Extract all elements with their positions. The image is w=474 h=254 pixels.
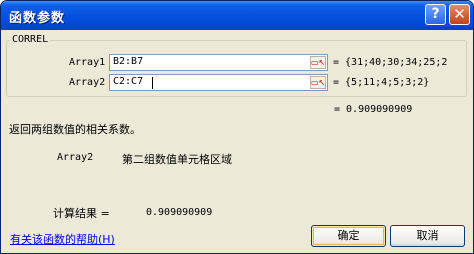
text-caret xyxy=(152,77,153,89)
array1-value: B2:B7 xyxy=(113,56,144,67)
cancel-button[interactable]: 取消 xyxy=(390,225,465,247)
array1-input[interactable]: B2:B7 ▭↖ xyxy=(109,54,328,71)
function-help-link[interactable]: 有关该函数的帮助(H) xyxy=(10,231,115,247)
collapse-dialog-icon[interactable]: ▭↖ xyxy=(310,76,326,89)
calc-result-value: 0.909090909 xyxy=(146,207,213,218)
array2-input[interactable]: C2:C7 ▭↖ xyxy=(109,74,328,91)
help-title-button[interactable]: ? xyxy=(425,4,446,25)
array2-value: C2:C7 xyxy=(113,76,144,87)
close-button[interactable]: ✕ xyxy=(449,4,470,25)
function-arguments-dialog: 函数参数 ? ✕ CORREL Array1 B2:B7 ▭↖ = {31;40… xyxy=(0,0,474,254)
array1-label: Array1 xyxy=(69,57,106,68)
function-name-label: CORREL xyxy=(10,34,51,45)
array1-result: = {31;40;30;34;25;2 xyxy=(333,57,448,68)
title-bar[interactable]: 函数参数 ? ✕ xyxy=(1,1,473,30)
calc-result-label: 计算结果 = xyxy=(53,207,110,220)
array2-label: Array2 xyxy=(69,77,106,88)
argument-help-text: 第二组数值单元格区域 xyxy=(122,153,232,166)
dialog-title: 函数参数 xyxy=(9,11,66,26)
array2-result: = {5;11;4;5;3;2} xyxy=(333,77,430,88)
argument-help-name: Array2 xyxy=(57,152,94,163)
ok-button[interactable]: 确定 xyxy=(311,225,386,247)
function-description: 返回两组数值的相关系数。 xyxy=(9,123,141,136)
collapse-dialog-icon[interactable]: ▭↖ xyxy=(310,56,326,69)
formula-result: = 0.909090909 xyxy=(334,104,413,115)
